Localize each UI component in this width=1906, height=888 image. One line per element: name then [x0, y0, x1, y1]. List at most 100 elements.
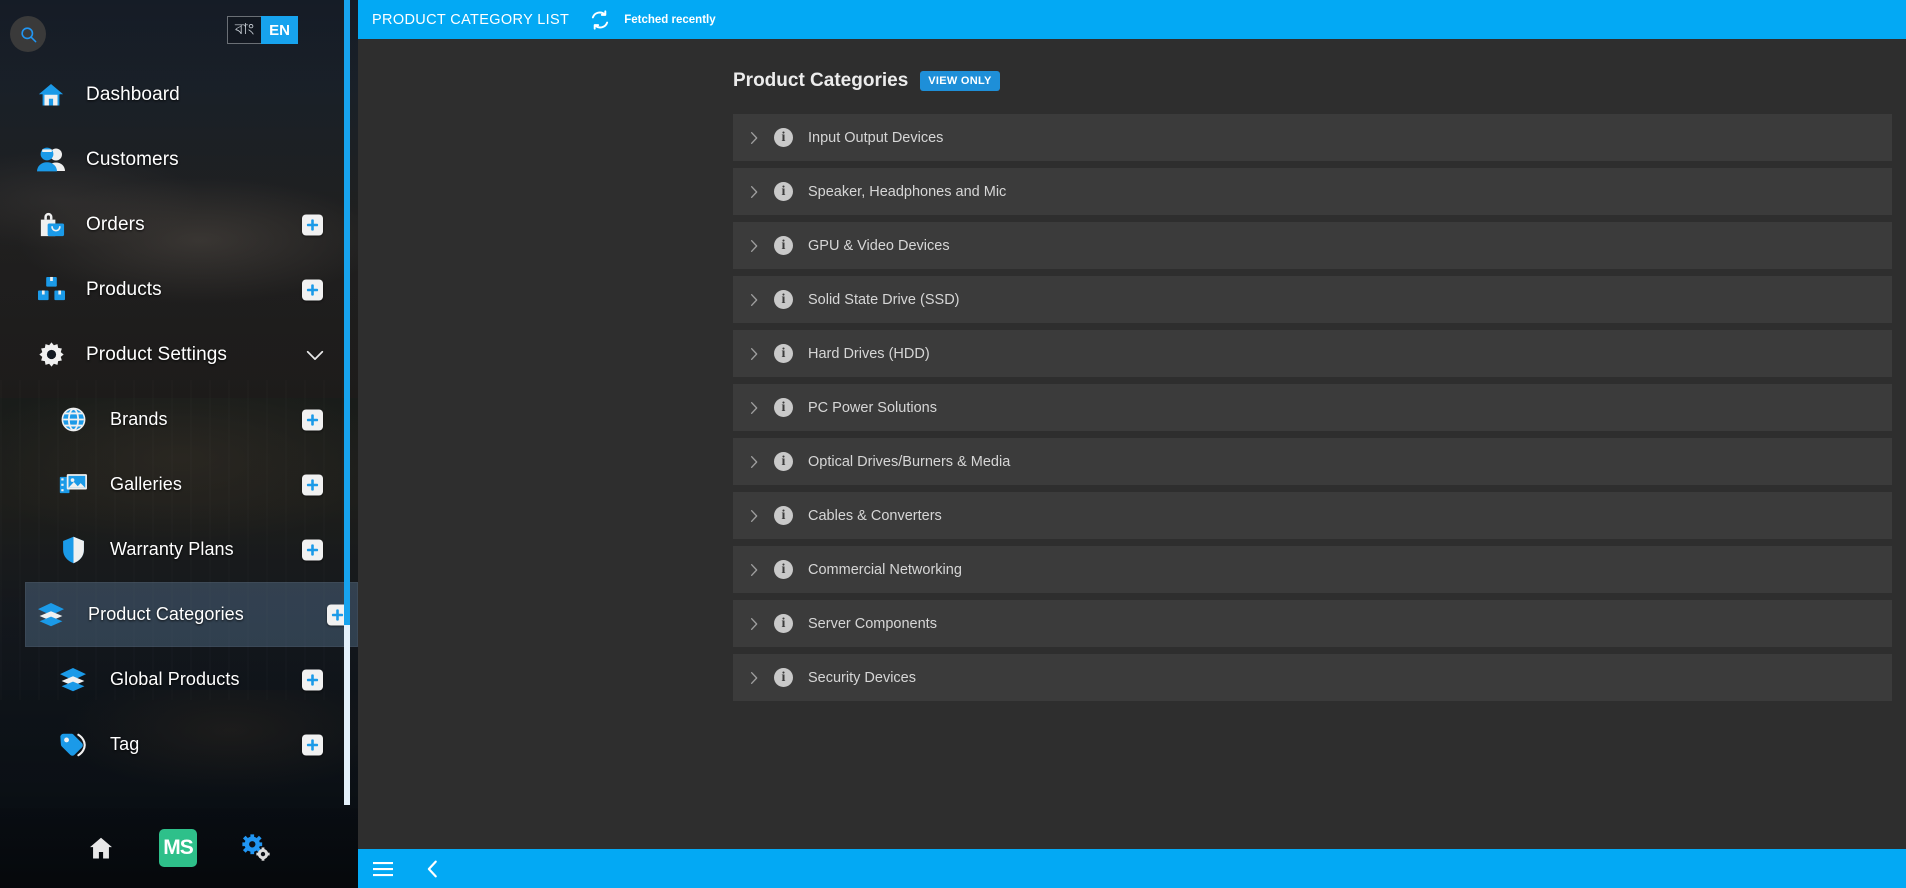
add-button[interactable] [302, 474, 323, 495]
info-icon[interactable]: i [774, 182, 793, 201]
page-title: Product Categories [733, 70, 909, 91]
shield-icon [62, 536, 84, 563]
category-label: Hard Drives (HDD) [808, 345, 930, 362]
chevron-down-icon[interactable] [304, 344, 326, 366]
sidebar-item-label: Orders [86, 213, 145, 235]
category-label: Server Components [808, 615, 937, 632]
sidebar-item-galleries[interactable]: Galleries [0, 452, 358, 517]
sidebar-item-global-products[interactable]: Global Products [0, 647, 358, 712]
sidebar-item-warranty-plans[interactable]: Warranty Plans [0, 517, 358, 582]
gallery-icon [58, 470, 88, 500]
language-option-bangla[interactable]: বাং [227, 16, 262, 44]
info-icon[interactable]: i [774, 128, 793, 147]
category-row[interactable]: i Security Devices [733, 654, 1892, 701]
sidebar-item-label: Brands [110, 409, 168, 429]
plus-icon [306, 478, 319, 491]
chevron-left-icon [427, 860, 437, 877]
category-row[interactable]: i Commercial Networking [733, 546, 1892, 593]
add-button[interactable] [302, 409, 323, 430]
refresh-icon [592, 9, 609, 30]
info-icon[interactable]: i [774, 452, 793, 471]
hamburger-menu-icon [373, 861, 393, 876]
info-icon[interactable]: i [774, 290, 793, 309]
chevron-right-icon[interactable] [745, 669, 763, 687]
language-option-english[interactable]: EN [261, 16, 298, 44]
chevron-right-icon[interactable] [745, 291, 763, 309]
info-icon[interactable]: i [774, 668, 793, 687]
category-label: Security Devices [808, 669, 916, 686]
chevron-right-glyph [751, 671, 758, 684]
chevron-right-icon[interactable] [745, 615, 763, 633]
info-icon[interactable]: i [774, 398, 793, 417]
info-icon[interactable]: i [774, 236, 793, 255]
globe-icon [61, 407, 85, 432]
gear-icon [36, 340, 66, 370]
info-icon[interactable]: i [774, 614, 793, 633]
chevron-right-icon[interactable] [745, 183, 763, 201]
back-button[interactable] [420, 856, 446, 882]
sidebar: বাং EN Dashboard Customers Orders Produc… [0, 0, 358, 888]
category-label: PC Power Solutions [808, 399, 937, 416]
gallery-icon [59, 473, 87, 493]
sidebar-home-button[interactable] [87, 834, 115, 862]
layers-icon [58, 665, 88, 695]
add-button[interactable] [302, 279, 323, 300]
plus-icon [331, 608, 344, 621]
category-label: Cables & Converters [808, 507, 942, 524]
chevron-down-glyph [306, 350, 324, 360]
sidebar-brand-button[interactable]: MS [159, 829, 197, 867]
chevron-right-icon[interactable] [745, 237, 763, 255]
category-row[interactable]: i Optical Drives/Burners & Media [733, 438, 1892, 485]
sidebar-settings-button[interactable] [241, 834, 271, 862]
sidebar-item-label: Products [86, 278, 162, 300]
gear-icon [38, 342, 64, 367]
sidebar-item-tag[interactable]: Tag [0, 712, 358, 777]
category-row[interactable]: i GPU & Video Devices [733, 222, 1892, 269]
category-row[interactable]: i Server Components [733, 600, 1892, 647]
category-row[interactable]: i Hard Drives (HDD) [733, 330, 1892, 377]
sidebar-item-product-categories[interactable]: Product Categories [25, 582, 358, 647]
search-button[interactable] [10, 16, 46, 52]
plus-icon [306, 543, 319, 556]
sidebar-item-customers[interactable]: Customers [0, 127, 358, 192]
sidebar-item-products[interactable]: Products [0, 257, 358, 322]
sidebar-item-orders[interactable]: Orders [0, 192, 358, 257]
refresh-button[interactable] [589, 9, 611, 31]
users-icon [37, 147, 65, 171]
category-label: GPU & Video Devices [808, 237, 950, 254]
product-category-list: i Input Output Devices i Speaker, Headphon… [358, 114, 1906, 701]
plus-icon [306, 413, 319, 426]
chevron-right-icon[interactable] [745, 345, 763, 363]
chevron-right-glyph [751, 239, 758, 252]
category-row[interactable]: i Input Output Devices [733, 114, 1892, 161]
category-row[interactable]: i PC Power Solutions [733, 384, 1892, 431]
sidebar-item-label: Customers [86, 148, 179, 170]
category-label: Optical Drives/Burners & Media [808, 453, 1011, 470]
content-scroll-area: Product Categories VIEW ONLY i Input Outp… [358, 39, 1906, 849]
chevron-right-icon[interactable] [745, 561, 763, 579]
add-button[interactable] [302, 214, 323, 235]
category-row[interactable]: i Solid State Drive (SSD) [733, 276, 1892, 323]
boxes-icon [36, 275, 66, 305]
hamburger-menu-button[interactable] [370, 856, 396, 882]
sidebar-scrollbar-thumb[interactable] [344, 625, 350, 805]
category-row[interactable]: i Cables & Converters [733, 492, 1892, 539]
add-button[interactable] [302, 539, 323, 560]
add-button[interactable] [302, 734, 323, 755]
info-icon[interactable]: i [774, 506, 793, 525]
chevron-right-icon[interactable] [745, 399, 763, 417]
category-row[interactable]: i Speaker, Headphones and Mic [733, 168, 1892, 215]
gears-icon [242, 834, 270, 861]
sidebar-item-product-settings[interactable]: Product Settings [0, 322, 358, 387]
chevron-right-icon[interactable] [745, 507, 763, 525]
sidebar-item-dashboard[interactable]: Dashboard [0, 62, 358, 127]
sidebar-item-brands[interactable]: Brands [0, 387, 358, 452]
language-toggle[interactable]: বাং EN [227, 16, 298, 44]
info-icon[interactable]: i [774, 560, 793, 579]
chevron-right-icon[interactable] [745, 453, 763, 471]
category-label: Commercial Networking [808, 561, 962, 578]
add-button[interactable] [302, 669, 323, 690]
chevron-right-icon[interactable] [745, 129, 763, 147]
search-icon [20, 26, 36, 42]
info-icon[interactable]: i [774, 344, 793, 363]
